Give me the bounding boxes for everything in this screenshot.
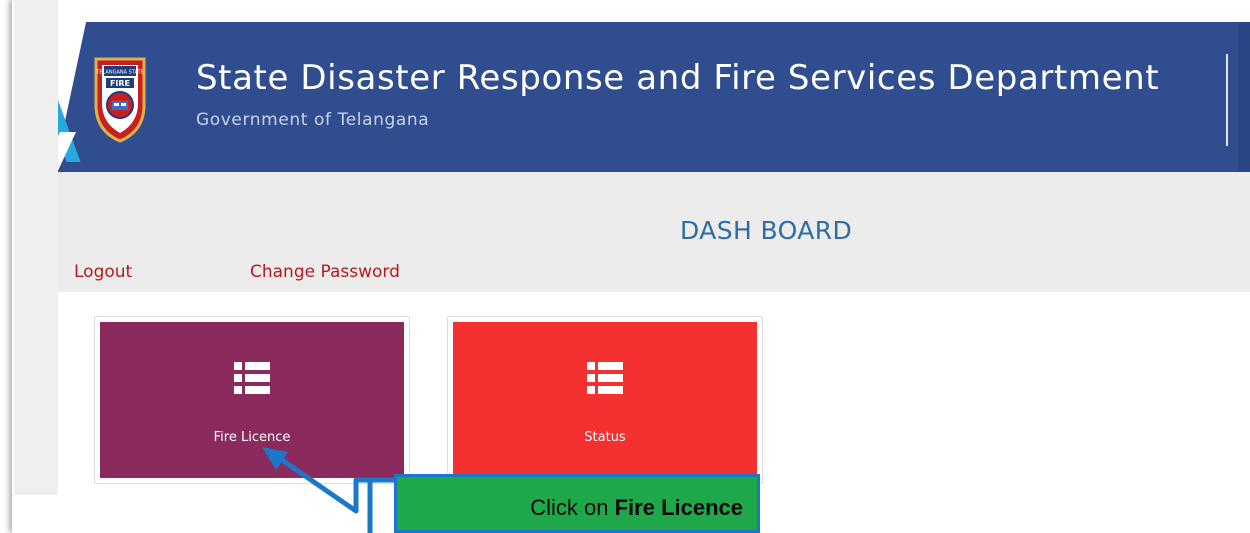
callout-prefix: Click on <box>530 495 615 520</box>
callout-pointer <box>262 447 394 533</box>
callout-emphasis: Fire Licence <box>614 495 743 520</box>
instruction-callout: Click on Fire Licence <box>394 474 760 533</box>
callout-text: Click on Fire Licence <box>397 495 743 521</box>
